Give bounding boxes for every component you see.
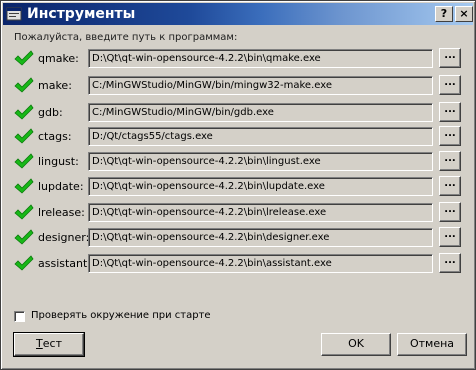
browse-button[interactable]: ... [439, 75, 461, 95]
help-button[interactable]: ? [435, 6, 453, 22]
tool-label: designer: [38, 231, 90, 244]
green-checkmark-icon [14, 229, 34, 245]
green-checkmark-icon [14, 104, 34, 120]
tool-path-input[interactable]: D:/Qt/ctags55/ctags.exe [88, 127, 433, 146]
green-checkmark-icon [14, 178, 34, 194]
tools-app-icon [6, 7, 22, 21]
tool-row-assistant: assistant: D:\Qt\qt-win-opensource-4.2.2… [1, 253, 476, 275]
browse-button[interactable]: ... [439, 202, 461, 222]
tool-path-input[interactable]: D:\Qt\qt-win-opensource-4.2.2\bin\design… [88, 228, 433, 247]
browse-button[interactable]: ... [439, 48, 461, 68]
tool-path-input[interactable]: D:\Qt\qt-win-opensource-4.2.2\bin\qmake.… [88, 49, 433, 68]
tool-label: qmake: [38, 52, 79, 65]
tool-path-input[interactable]: D:\Qt\qt-win-opensource-4.2.2\bin\lingus… [88, 152, 433, 171]
tool-row-make: make: C:/MinGWStudio/MinGW/bin/mingw32-m… [1, 75, 476, 97]
browse-button[interactable]: ... [439, 126, 461, 146]
tool-row-lrelease: lrelease: D:\Qt\qt-win-opensource-4.2.2\… [1, 202, 476, 224]
browse-button[interactable]: ... [439, 176, 461, 196]
tool-label: make: [38, 79, 72, 92]
title-bar[interactable]: Инструменты ? × [3, 3, 473, 25]
green-checkmark-icon [14, 153, 34, 169]
tool-label: gdb: [38, 106, 63, 119]
tool-path-input[interactable]: D:\Qt\qt-win-opensource-4.2.2\bin\lupdat… [88, 177, 433, 196]
green-checkmark-icon [14, 255, 34, 271]
green-checkmark-icon [14, 77, 34, 93]
browse-button[interactable]: ... [439, 102, 461, 122]
prompt-label: Пожалуйста, введите путь к программам: [14, 32, 238, 43]
check-environment-label: Проверять окружение при старте [31, 310, 211, 321]
check-environment-checkbox[interactable] [14, 311, 25, 322]
tool-row-gdb: gdb: C:/MinGWStudio/MinGW/bin/gdb.exe ..… [1, 102, 476, 124]
tool-path-input[interactable]: C:/MinGWStudio/MinGW/bin/gdb.exe [88, 103, 433, 122]
tool-path-input[interactable]: D:\Qt\qt-win-opensource-4.2.2\bin\assist… [88, 254, 433, 273]
tool-label: lupdate: [38, 180, 84, 193]
tool-path-input[interactable]: C:/MinGWStudio/MinGW/bin/mingw32-make.ex… [88, 76, 433, 95]
close-button[interactable]: × [455, 6, 473, 22]
cancel-button[interactable]: Отмена [397, 333, 467, 356]
tool-row-lupdate: lupdate: D:\Qt\qt-win-opensource-4.2.2\b… [1, 176, 476, 198]
tool-label: assistant: [38, 257, 92, 270]
tool-row-qmake: qmake: D:\Qt\qt-win-opensource-4.2.2\bin… [1, 48, 476, 70]
tool-label: ctags: [38, 130, 72, 143]
tool-row-ctags: ctags: D:/Qt/ctags55/ctags.exe ... [1, 126, 476, 148]
tool-row-lingust: lingust: D:\Qt\qt-win-opensource-4.2.2\b… [1, 151, 476, 173]
browse-button[interactable]: ... [439, 253, 461, 273]
browse-button[interactable]: ... [439, 151, 461, 171]
green-checkmark-icon [14, 204, 34, 220]
window-title: Инструменты [27, 6, 136, 22]
tools-dialog: Инструменты ? × Пожалуйста, введите путь… [0, 0, 476, 370]
tool-label: lingust: [38, 155, 79, 168]
tool-row-designer: designer: D:\Qt\qt-win-opensource-4.2.2\… [1, 227, 476, 249]
tool-path-input[interactable]: D:\Qt\qt-win-opensource-4.2.2\bin\lrelea… [88, 203, 433, 222]
green-checkmark-icon [14, 50, 34, 66]
ok-button[interactable]: OK [321, 333, 391, 356]
test-button[interactable]: Тест [13, 332, 85, 357]
tool-label: lrelease: [38, 206, 85, 219]
browse-button[interactable]: ... [439, 227, 461, 247]
green-checkmark-icon [14, 128, 34, 144]
